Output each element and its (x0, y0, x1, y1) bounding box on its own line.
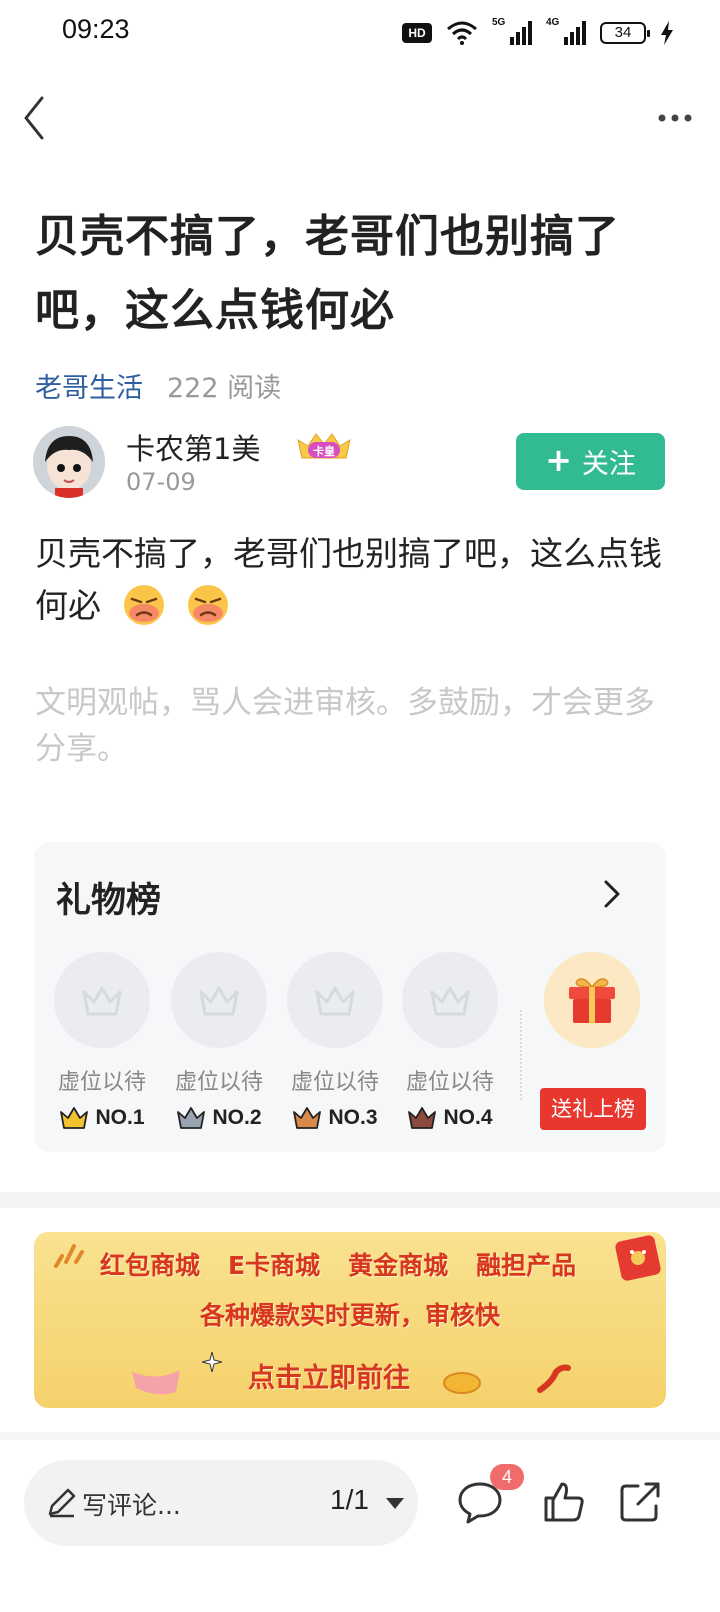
gift-slot[interactable]: 虚位以待 NO.3 (287, 952, 383, 1130)
signal-4g-icon: 4G (546, 17, 586, 45)
civility-notice: 文明观帖，骂人会进审核。多鼓励，才会更多分享。 (35, 685, 655, 767)
more-dots-icon (658, 114, 692, 122)
crown-gold-icon (60, 1107, 89, 1129)
empty-slot-avatar (54, 952, 150, 1048)
author-badge-text: 卡皇 (313, 444, 335, 458)
slot-label: 虚位以待 (57, 1070, 146, 1095)
page-indicator[interactable]: 1/1 (330, 1484, 369, 1516)
gift-board-title: 礼物榜 (56, 881, 162, 921)
ribbon-icon (132, 1370, 180, 1395)
banner-item: E卡商城 (228, 1251, 321, 1280)
gift-slot[interactable]: 虚位以待 NO.4 (402, 952, 498, 1130)
banner-cta: 点击立即前往 (248, 1363, 410, 1394)
crown-dark-icon (408, 1107, 437, 1129)
banner-item: 红包商城 (100, 1251, 201, 1280)
share-icon (620, 1482, 660, 1522)
battery-icon: 34 (600, 22, 650, 44)
slot-rank-text: NO.2 (212, 1106, 262, 1129)
red-envelope-icon (615, 1235, 661, 1281)
charging-icon (661, 21, 673, 45)
follow-label: 关注 (581, 449, 636, 480)
caret-down-icon[interactable] (386, 1498, 404, 1509)
avatar-image (33, 426, 105, 498)
gift-box-icon (569, 978, 615, 1023)
author-name[interactable]: 卡农第1美 (126, 426, 260, 468)
star-icon (202, 1352, 222, 1372)
slot-rank: NO.1 (54, 1106, 150, 1130)
chevron-left-icon (24, 96, 44, 140)
ribbon-red-icon (537, 1364, 571, 1393)
banner-item: 融担产品 (476, 1251, 577, 1280)
gift-board: 礼物榜 虚位以待 NO.1 虚位以待 NO.2 虚位以待 NO.3 虚位以待 N… (34, 842, 666, 1152)
crown-silver-icon (177, 1107, 206, 1129)
author-badge: 卡皇 (294, 430, 354, 466)
post-date: 07-09 (126, 468, 196, 496)
nav-bar (0, 84, 720, 154)
banner-item: 黄金商城 (348, 1251, 449, 1280)
avatar[interactable] (33, 426, 105, 498)
slot-rank-text: NO.4 (443, 1106, 493, 1129)
back-button[interactable] (16, 90, 66, 146)
topic-link[interactable]: 老哥生活 (35, 366, 143, 405)
wifi-icon (447, 21, 477, 45)
slot-rank: NO.4 (402, 1106, 498, 1130)
comment-placeholder: 写评论... (82, 1491, 181, 1520)
crown-outline-icon (315, 986, 355, 1016)
empty-slot-avatar (171, 952, 267, 1048)
signal-5g-label: 5G (492, 17, 506, 28)
banner-items: 红包商城 E卡商城 黄金商城 融担产品 (100, 1246, 576, 1282)
sparkle-icon (54, 1244, 84, 1268)
empty-slot-avatar (402, 952, 498, 1048)
status-time: 09:23 (62, 14, 130, 44)
promo-banner[interactable]: 红包商城 E卡商城 黄金商城 融担产品 各种爆款实时更新，审核快 点击立即前往 (34, 1232, 666, 1408)
slot-rank: NO.3 (287, 1106, 383, 1130)
crown-outline-icon (82, 986, 122, 1016)
status-icons: HD 5G 4G 34 (402, 17, 674, 48)
plus-icon: + (545, 440, 572, 479)
bottom-divider (0, 1432, 720, 1440)
share-button[interactable] (616, 1478, 664, 1526)
section-separator (0, 1192, 720, 1208)
comment-input[interactable]: 写评论... 1/1 (24, 1460, 418, 1546)
chevron-right-icon (604, 880, 620, 908)
status-bar: 09:23 HD 5G 4G 34 (0, 0, 720, 64)
slot-label: 虚位以待 (290, 1070, 379, 1095)
slot-label: 虚位以待 (405, 1070, 494, 1095)
more-button[interactable] (650, 98, 700, 138)
slot-rank-text: NO.1 (95, 1106, 145, 1129)
signal-4g-label: 4G (546, 17, 560, 28)
like-button[interactable] (540, 1478, 588, 1526)
coin-icon (443, 1372, 481, 1394)
crown-outline-icon (430, 986, 470, 1016)
post-content: 贝壳不搞了，老哥们也别搞了吧，这么点钱何必 (35, 528, 685, 632)
angry-face-icon (188, 585, 228, 625)
hd-icon: HD (402, 23, 432, 43)
slot-rank-text: NO.3 (328, 1106, 378, 1129)
comment-count-badge: 4 (490, 1464, 524, 1490)
empty-slot-avatar (287, 952, 383, 1048)
post-title: 贝壳不搞了，老哥们也别搞了吧，这么点钱何必 (35, 211, 620, 336)
thumbs-up-icon (544, 1482, 584, 1522)
slot-rank: NO.2 (171, 1106, 267, 1130)
gift-slot[interactable]: 虚位以待 NO.1 (54, 952, 150, 1130)
gift-board-more-button[interactable] (596, 878, 626, 910)
pen-icon (48, 1488, 76, 1518)
divider (520, 1010, 522, 1100)
gift-button[interactable] (544, 952, 640, 1048)
crown-bronze-icon (293, 1107, 322, 1129)
signal-5g-icon: 5G (492, 17, 532, 45)
slot-label: 虚位以待 (174, 1070, 263, 1095)
post-meta: 老哥生活 222 阅读 (35, 366, 281, 405)
follow-button[interactable]: + 关注 (516, 433, 665, 490)
angry-face-icon (123, 585, 164, 625)
crown-outline-icon (199, 986, 239, 1016)
gift-slot[interactable]: 虚位以待 NO.2 (171, 952, 267, 1130)
banner-subtitle: 各种爆款实时更新，审核快 (199, 1301, 500, 1330)
read-count: 222 阅读 (167, 373, 282, 404)
send-gift-button[interactable]: 送礼上榜 (540, 1088, 646, 1130)
